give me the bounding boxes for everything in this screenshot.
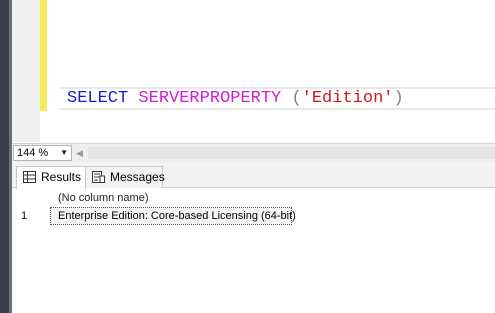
tab-results[interactable]: Results xyxy=(16,166,86,189)
sql-close-paren: ) xyxy=(393,89,404,108)
sql-keyword: SELECT xyxy=(67,89,129,108)
tab-results-label: Results xyxy=(41,170,82,184)
query-editor[interactable] xyxy=(47,0,495,142)
column-header[interactable]: (No column name) xyxy=(48,189,308,207)
row-number[interactable]: 1 xyxy=(19,206,47,227)
results-tabs: Results Messages xyxy=(12,162,495,189)
zoom-bar: 144 % ▼ ◀ xyxy=(12,143,495,162)
grid-icon xyxy=(23,171,36,183)
tab-messages[interactable]: Messages xyxy=(85,166,165,188)
scroll-left-icon[interactable]: ◀ xyxy=(76,147,83,159)
result-cell[interactable]: Enterprise Edition: Core-based Licensing… xyxy=(50,207,296,225)
tab-messages-label: Messages xyxy=(110,170,165,184)
editor-gutter xyxy=(12,0,40,142)
sql-open-paren: ( xyxy=(291,89,302,108)
chevron-down-icon: ▼ xyxy=(60,148,68,157)
horizontal-scrollbar[interactable] xyxy=(88,147,495,159)
sql-string-literal: 'Edition' xyxy=(301,89,394,108)
zoom-value: 144 % xyxy=(17,147,49,159)
sql-code-line[interactable]: SELECT SERVERPROPERTY ('Edition') xyxy=(67,88,404,110)
sql-function: SERVERPROPERTY xyxy=(138,89,282,108)
table-row[interactable]: 1 Enterprise Edition: Core-based Licensi… xyxy=(18,206,298,227)
messages-icon xyxy=(92,171,105,183)
left-dock-strip xyxy=(0,0,12,313)
results-pane: Results Messages (No column name) 1 Ente… xyxy=(12,162,495,313)
change-indicator-bar xyxy=(40,0,47,111)
zoom-dropdown[interactable]: 144 % ▼ xyxy=(13,145,72,161)
